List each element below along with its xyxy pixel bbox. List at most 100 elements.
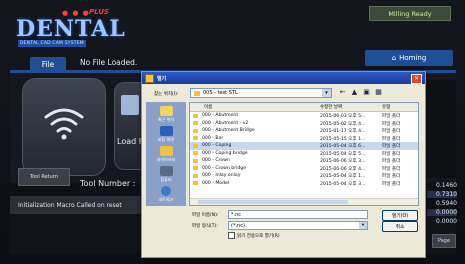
folder-icon	[193, 121, 198, 125]
place-recent[interactable]: 최근 위치	[148, 106, 184, 123]
file-type-cell: 파일 폴더	[382, 174, 401, 179]
folder-icon	[193, 128, 198, 133]
readonly-checkbox[interactable]: 읽기 전용으로 열기(R)	[228, 232, 280, 239]
file-name-label: 파일 이름(N):	[192, 213, 219, 218]
table-row[interactable]: 000 - Crown 2015-06-06 오후 3... 파일 폴더	[190, 157, 418, 165]
logo-subtitle: DENTAL CAD CAM SYSTEM	[18, 40, 86, 47]
machine-control-screen: ● ● ● PLUS DENTAL DENTAL CAD CAM SYSTEM …	[0, 0, 465, 264]
place-label: 네트워크	[158, 197, 174, 202]
column-type[interactable]: 유형	[382, 104, 390, 110]
file-name-cell: 000 - Crown bridge	[202, 165, 247, 171]
file-name-cell: 000 - Abutment Bridge	[202, 128, 255, 133]
tool-return-button[interactable]: Tool Return	[18, 168, 70, 186]
load-file-label: Load F	[117, 137, 144, 146]
file-name-cell: 000 - Coping	[202, 143, 232, 148]
back-icon[interactable]: ←	[338, 88, 347, 97]
file-type-value: (*.nc)	[231, 223, 245, 229]
readout-value: 0.7310	[427, 191, 457, 198]
recent-icon	[159, 106, 173, 116]
file-date-cell: 2015-05-15 오후 1...	[320, 136, 366, 142]
scrollbar-thumb[interactable]	[198, 200, 348, 204]
right-panel	[424, 80, 456, 178]
place-desktop[interactable]: 바탕 화면	[148, 126, 184, 143]
wifi-signal-button[interactable]	[22, 78, 106, 176]
file-type-cell: 파일 폴더	[382, 166, 401, 172]
file-type-cell: 파일 폴더	[382, 159, 401, 164]
file-list: 이름 수정한 날짜 유형 000 - Abutment 2015-06-03 오후…	[189, 102, 419, 206]
folder-icon	[193, 143, 198, 148]
readout-value: 0.0000	[436, 218, 457, 225]
table-row[interactable]: 000 - Abutment Bridge 2015-01-17 오후 4... 파…	[190, 127, 418, 135]
logo-plus: PLUS	[89, 8, 109, 16]
new-folder-icon[interactable]: ▣	[362, 88, 371, 97]
document-icon	[121, 95, 139, 115]
table-row[interactable]: 000 - Model 2015-05-04 오후 3... 파일 폴더	[190, 180, 418, 188]
file-name-cell: 000 - Crown	[202, 158, 230, 163]
chevron-down-icon[interactable]: ▾	[322, 89, 331, 97]
network-icon	[161, 186, 171, 196]
macro-message: Initialization Macro Called on reset	[10, 196, 150, 214]
chevron-down-icon[interactable]: ▾	[359, 222, 367, 229]
place-label: 바탕 화면	[158, 137, 174, 142]
dialog-titlebar[interactable]: 열기 ×	[142, 72, 425, 84]
home-icon: ⌂	[391, 54, 397, 62]
up-folder-icon[interactable]: ▲	[350, 88, 359, 97]
table-row[interactable]: 000 - Crown bridge 2015-06-06 오후 4... 파일 폴…	[190, 165, 418, 173]
file-name-input[interactable]: *.nc	[228, 210, 368, 219]
file-name-cell: 000 - Bar	[202, 135, 224, 141]
checkbox-box[interactable]	[228, 232, 235, 239]
place-libraries[interactable]: 라이브러리	[148, 146, 184, 163]
look-in-select[interactable]: 005 - test STL ▾	[190, 88, 332, 98]
close-icon[interactable]: ×	[411, 74, 422, 84]
table-row[interactable]: 000 - Bar 2015-05-15 오후 1... 파일 폴더	[190, 135, 418, 143]
file-list-header: 이름 수정한 날짜 유형	[190, 103, 418, 112]
readout-value: 0.5940	[436, 200, 457, 207]
file-date-cell: 2015-05-02 오후 4...	[320, 121, 366, 127]
dental-logo: ● ● ● PLUS DENTAL DENTAL CAD CAM SYSTEM	[14, 8, 125, 48]
readout-value: 0.1460	[436, 182, 457, 189]
file-type-cell: 파일 폴더	[382, 136, 401, 142]
column-name[interactable]: 이름	[204, 104, 212, 110]
status-badge: Milling Ready	[369, 6, 451, 21]
folder-icon	[193, 166, 198, 170]
open-file-dialog: 열기 × 찾는 위치(I): 005 - test STL ▾ ← ▲ ▣ ▦ …	[141, 71, 426, 258]
table-row[interactable]: 000 - Abutment 2015-06-03 오후 5... 파일 폴더	[190, 112, 418, 120]
file-date-cell: 2015-06-06 오후 3...	[320, 159, 366, 164]
file-date-cell: 2015-05-04 오후 1...	[320, 174, 366, 179]
table-row[interactable]: 000 - Abutment - v2 2015-05-02 오후 4... 파일 …	[190, 120, 418, 128]
column-date[interactable]: 수정한 날짜	[320, 104, 342, 110]
view-menu-icon[interactable]: ▦	[374, 88, 383, 97]
horizontal-scrollbar[interactable]	[190, 198, 418, 205]
open-button[interactable]: 열기(O)	[382, 210, 418, 221]
file-name-cell: 000 - Abutment - v2	[202, 120, 249, 126]
place-label: 컴퓨터	[160, 177, 172, 182]
table-row[interactable]: 000 - Inlay onlay 2015-05-04 오후 1... 파일 폴더	[190, 172, 418, 180]
cancel-button[interactable]: 취소	[382, 221, 418, 232]
place-network[interactable]: 네트워크	[148, 186, 184, 203]
tool-number-label: Tool Number :	[80, 179, 136, 188]
place-computer[interactable]: 컴퓨터	[148, 166, 184, 183]
file-date-cell: 2015-01-17 오후 4...	[320, 129, 366, 134]
folder-icon	[193, 181, 198, 185]
folder-icon	[193, 113, 198, 118]
file-type-cell: 파일 폴더	[382, 129, 401, 134]
page-button[interactable]: Page	[432, 234, 456, 248]
readout-value: 0.0000	[427, 209, 457, 216]
table-row[interactable]: 000 - Coping bridge 2015-05-04 오후 5... 파일 …	[190, 150, 418, 158]
file-name-cell: 000 - Inlay onlay	[202, 173, 241, 178]
libraries-icon	[159, 146, 173, 156]
table-row[interactable]: 000 - Coping 2015-05-04 오후 6... 파일 폴더	[190, 142, 418, 150]
homing-button[interactable]: ⌂ Homing	[365, 50, 453, 66]
place-label: 최근 위치	[158, 117, 174, 122]
signal-icon	[44, 108, 84, 140]
tab-file[interactable]: File	[30, 57, 66, 71]
file-type-cell: 파일 폴더	[382, 114, 401, 119]
folder-icon	[145, 73, 154, 83]
file-name-cell: 000 - Model	[202, 180, 230, 186]
look-in-label: 찾는 위치(I):	[154, 92, 179, 97]
file-type-cell: 파일 폴더	[382, 144, 401, 149]
readonly-label: 읽기 전용으로 열기(R)	[237, 233, 280, 239]
file-date-cell: 2015-06-06 오후 4...	[320, 166, 366, 172]
file-type-select[interactable]: (*.nc) ▾	[228, 221, 368, 230]
folder-icon	[193, 173, 198, 178]
